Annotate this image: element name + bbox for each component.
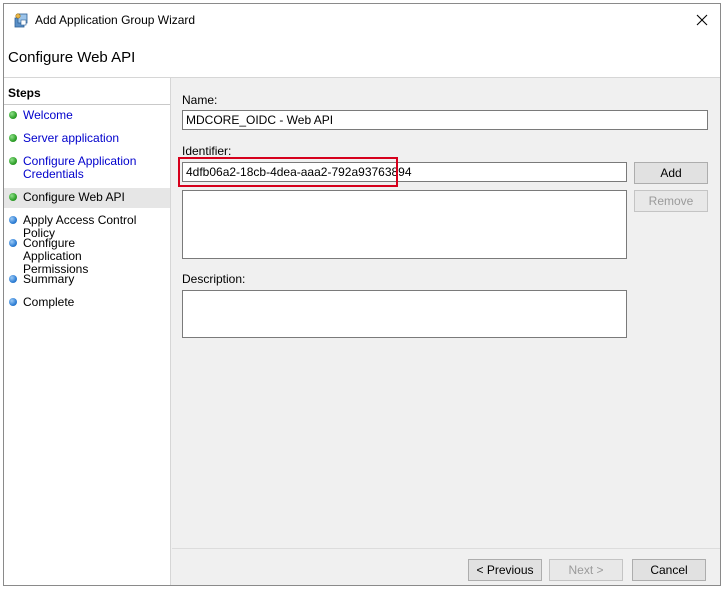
description-label: Description: <box>182 272 246 286</box>
window-title: Add Application Group Wizard <box>35 13 196 27</box>
identifier-input[interactable]: 4dfb06a2-18cb-4dea-aaa2-792a93763894 <box>182 162 627 182</box>
close-icon <box>696 14 708 26</box>
step-summary[interactable]: Summary <box>4 273 170 286</box>
cancel-button[interactable]: Cancel <box>632 559 706 581</box>
step-configure-application-credentials[interactable]: Configure Application Credentials <box>4 155 144 181</box>
step-complete-icon <box>9 157 17 165</box>
step-current-icon <box>9 193 17 201</box>
content-pane: Name: MDCORE_OIDC - Web API Identifier: … <box>172 78 720 548</box>
step-server-application[interactable]: Server application <box>4 132 170 145</box>
description-input[interactable] <box>182 290 627 338</box>
step-label: Welcome <box>23 108 73 122</box>
name-input[interactable]: MDCORE_OIDC - Web API <box>182 110 708 130</box>
page-title: Configure Web API <box>8 49 136 66</box>
step-welcome[interactable]: Welcome <box>4 109 170 122</box>
step-label: Summary <box>23 272 75 286</box>
title-bar: Add Application Group Wizard <box>4 4 720 36</box>
steps-pane: Steps Welcome Server application Configu… <box>4 78 171 585</box>
step-complete-icon <box>9 134 17 142</box>
remove-button[interactable]: Remove <box>634 190 708 212</box>
step-pending-icon <box>9 216 17 224</box>
add-button[interactable]: Add <box>634 162 708 184</box>
step-pending-icon <box>9 275 17 283</box>
step-configure-web-api[interactable]: Configure Web API <box>4 188 170 208</box>
step-label: Configure Application Credentials <box>23 154 137 181</box>
identifier-label: Identifier: <box>182 144 232 158</box>
identifier-list[interactable] <box>182 190 627 259</box>
footer-bar: < Previous Next > Cancel <box>172 548 720 585</box>
app-group-icon <box>14 13 28 28</box>
next-button[interactable]: Next > <box>549 559 623 581</box>
step-label: Configure Application Permissions <box>23 236 89 276</box>
previous-button[interactable]: < Previous <box>468 559 542 581</box>
step-label: Configure Web API <box>23 190 125 204</box>
step-pending-icon <box>9 239 17 247</box>
wizard-window: Add Application Group Wizard Configure W… <box>3 3 721 586</box>
page-header: Configure Web API <box>4 36 720 78</box>
close-button[interactable] <box>690 8 714 32</box>
name-label: Name: <box>182 93 218 107</box>
step-configure-application-permissions[interactable]: Configure Application Permissions <box>4 237 134 276</box>
step-label: Server application <box>23 131 120 145</box>
steps-heading: Steps <box>8 86 41 100</box>
steps-divider <box>4 104 170 105</box>
step-complete-icon <box>9 111 17 119</box>
step-label: Complete <box>23 295 75 309</box>
step-pending-icon <box>9 298 17 306</box>
step-complete[interactable]: Complete <box>4 296 170 309</box>
